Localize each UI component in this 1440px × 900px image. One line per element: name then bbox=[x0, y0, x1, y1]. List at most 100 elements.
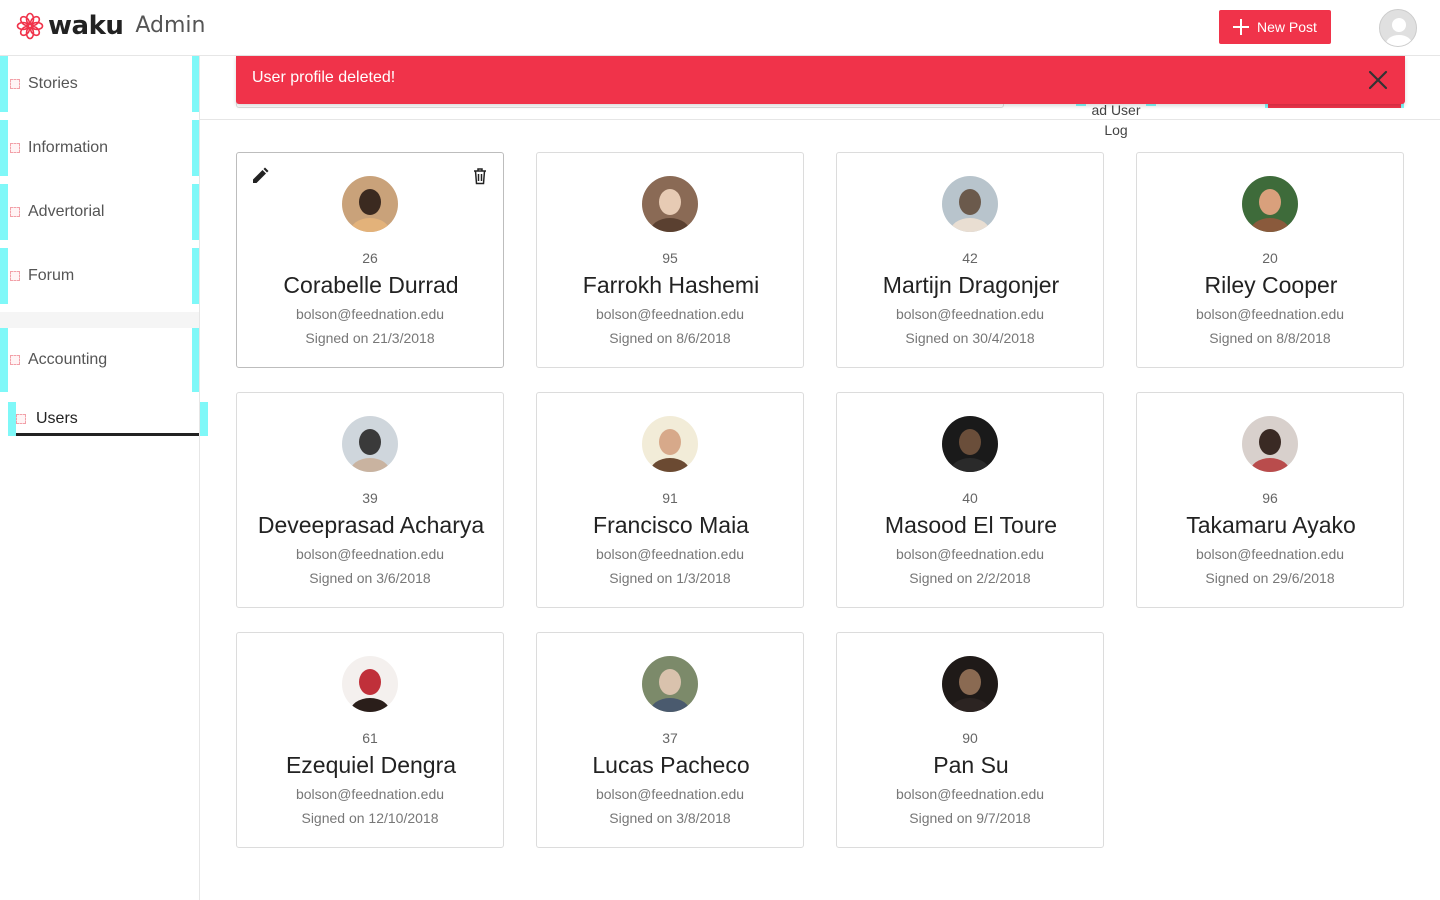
user-avatar bbox=[942, 416, 998, 472]
user-name: Martijn Dragonjer bbox=[882, 272, 1060, 298]
avatar-photo bbox=[942, 176, 998, 232]
user-card[interactable]: 26 Corabelle Durrad bolson@feednation.edu S… bbox=[236, 152, 504, 368]
user-card[interactable]: 91 Francisco Maia bolson@feednation.edu Sig… bbox=[536, 392, 804, 608]
sidebar-highlight bbox=[0, 248, 8, 304]
user-email: bolson@feednation.edu bbox=[295, 786, 445, 802]
user-avatar bbox=[342, 416, 398, 472]
user-email: bolson@feednation.edu bbox=[595, 786, 745, 802]
sidebar-item-information[interactable]: Information bbox=[0, 120, 199, 176]
edit-icon[interactable] bbox=[251, 167, 269, 185]
user-signed-date: Signed on 9/7/2018 bbox=[909, 810, 1031, 826]
new-post-label: New Post bbox=[1257, 19, 1317, 35]
user-card[interactable]: 40 Masood El Toure bolson@feednation.edu Si… bbox=[836, 392, 1104, 608]
user-signed-date: Signed on 3/6/2018 bbox=[309, 570, 431, 586]
user-card[interactable]: 39 Deveeprasad Acharya bolson@feednation.e… bbox=[236, 392, 504, 608]
information-icon bbox=[10, 143, 20, 153]
sidebar-highlight bbox=[192, 184, 199, 240]
user-name: Ezequiel Dengra bbox=[285, 752, 457, 778]
user-number: 39 bbox=[362, 490, 378, 506]
user-name: Riley Cooper bbox=[1204, 272, 1338, 298]
sidebar-item-forum[interactable]: Forum bbox=[0, 248, 199, 304]
sidebar-highlight bbox=[0, 328, 8, 392]
user-avatar bbox=[642, 176, 698, 232]
avatar-photo bbox=[642, 176, 698, 232]
avatar-photo bbox=[1242, 176, 1298, 232]
sidebar-item-stories[interactable]: Stories bbox=[0, 56, 199, 112]
user-email: bolson@feednation.edu bbox=[595, 546, 745, 562]
user-signed-date: Signed on 30/4/2018 bbox=[905, 330, 1035, 346]
sidebar-item-accounting[interactable]: Accounting bbox=[0, 328, 199, 392]
sidebar-item-label: Advertorial bbox=[28, 203, 105, 220]
user-number: 61 bbox=[362, 730, 378, 746]
trash-icon[interactable] bbox=[471, 167, 489, 185]
sidebar-item-label: Users bbox=[36, 410, 78, 427]
sidebar-item-users[interactable]: Users bbox=[8, 402, 208, 436]
sidebar-highlight bbox=[192, 248, 199, 304]
user-email: bolson@feednation.edu bbox=[1195, 306, 1345, 322]
brand-name: waku bbox=[48, 11, 124, 41]
user-avatar bbox=[342, 176, 398, 232]
user-avatar bbox=[642, 416, 698, 472]
user-email: bolson@feednation.edu bbox=[295, 546, 445, 562]
user-number: 95 bbox=[662, 250, 678, 266]
brand-logo[interactable]: waku Admin bbox=[16, 12, 206, 40]
avatar-photo bbox=[342, 416, 398, 472]
accounting-icon bbox=[10, 355, 20, 365]
sidebar-highlight bbox=[200, 402, 208, 436]
load-user-log-button[interactable]: ad User Log bbox=[1076, 100, 1156, 140]
sidebar-highlight bbox=[0, 120, 8, 176]
user-signed-date: Signed on 12/10/2018 bbox=[301, 810, 439, 826]
user-card[interactable]: 20 Riley Cooper bolson@feednation.edu Signe… bbox=[1136, 152, 1404, 368]
user-number: 40 bbox=[962, 490, 978, 506]
sidebar-item-advertorial[interactable]: Advertorial bbox=[0, 184, 199, 240]
load-log-label: Log bbox=[1104, 122, 1128, 138]
user-number: 90 bbox=[962, 730, 978, 746]
user-card[interactable]: 61 Ezequiel Dengra bolson@feednation.edu Si… bbox=[236, 632, 504, 848]
user-email: bolson@feednation.edu bbox=[595, 306, 745, 322]
avatar-photo bbox=[642, 656, 698, 712]
user-number: 37 bbox=[662, 730, 678, 746]
user-email: bolson@feednation.edu bbox=[895, 786, 1045, 802]
user-signed-date: Signed on 1/3/2018 bbox=[609, 570, 731, 586]
users-icon bbox=[16, 414, 26, 424]
user-number: 91 bbox=[662, 490, 678, 506]
user-avatar bbox=[1242, 416, 1298, 472]
user-avatar bbox=[342, 656, 398, 712]
user-number: 26 bbox=[362, 250, 378, 266]
user-avatar bbox=[1242, 176, 1298, 232]
plus-icon bbox=[1233, 19, 1250, 35]
user-email: bolson@feednation.edu bbox=[895, 546, 1045, 562]
avatar-photo bbox=[342, 176, 398, 232]
sidebar-item-label: Information bbox=[28, 139, 109, 156]
user-card[interactable]: 90 Pan Su bolson@feednation.edu Signed on 9… bbox=[836, 632, 1104, 848]
user-avatar[interactable] bbox=[1379, 9, 1417, 47]
user-number: 42 bbox=[962, 250, 978, 266]
user-signed-date: Signed on 3/8/2018 bbox=[609, 810, 731, 826]
sidebar-highlight bbox=[0, 56, 8, 112]
sidebar-item-label: Forum bbox=[28, 267, 75, 284]
user-card[interactable]: 42 Martijn Dragonjer bolson@feednation.edu… bbox=[836, 152, 1104, 368]
user-card[interactable]: 95 Farrokh Hashemi bolson@feednation.edu Si… bbox=[536, 152, 804, 368]
avatar-photo bbox=[942, 416, 998, 472]
sidebar-highlight bbox=[192, 56, 199, 112]
user-signed-date: Signed on 2/2/2018 bbox=[909, 570, 1031, 586]
notification-toast: User profile deleted! bbox=[236, 56, 1405, 104]
advertorial-icon bbox=[10, 207, 20, 217]
brand-suffix: Admin bbox=[135, 13, 206, 38]
flower-logo-icon bbox=[16, 12, 44, 40]
sidebar-highlight bbox=[192, 120, 199, 176]
avatar-photo bbox=[342, 656, 398, 712]
user-email: bolson@feednation.edu bbox=[295, 306, 445, 322]
sidebar-highlight bbox=[8, 402, 16, 436]
user-card[interactable]: 96 Takamaru Ayako bolson@feednation.edu Sig… bbox=[1136, 392, 1404, 608]
user-signed-date: Signed on 8/8/2018 bbox=[1209, 330, 1331, 346]
sidebar-highlight bbox=[192, 328, 199, 392]
user-name: Takamaru Ayako bbox=[1186, 512, 1356, 538]
user-card[interactable]: 37 Lucas Pacheco bolson@feednation.edu Sign… bbox=[536, 632, 804, 848]
close-icon[interactable] bbox=[1368, 70, 1388, 90]
user-name: Francisco Maia bbox=[593, 512, 749, 538]
user-signed-date: Signed on 8/6/2018 bbox=[609, 330, 731, 346]
person-placeholder-icon bbox=[1386, 18, 1412, 46]
user-number: 96 bbox=[1262, 490, 1278, 506]
new-post-button[interactable]: New Post bbox=[1219, 10, 1331, 44]
